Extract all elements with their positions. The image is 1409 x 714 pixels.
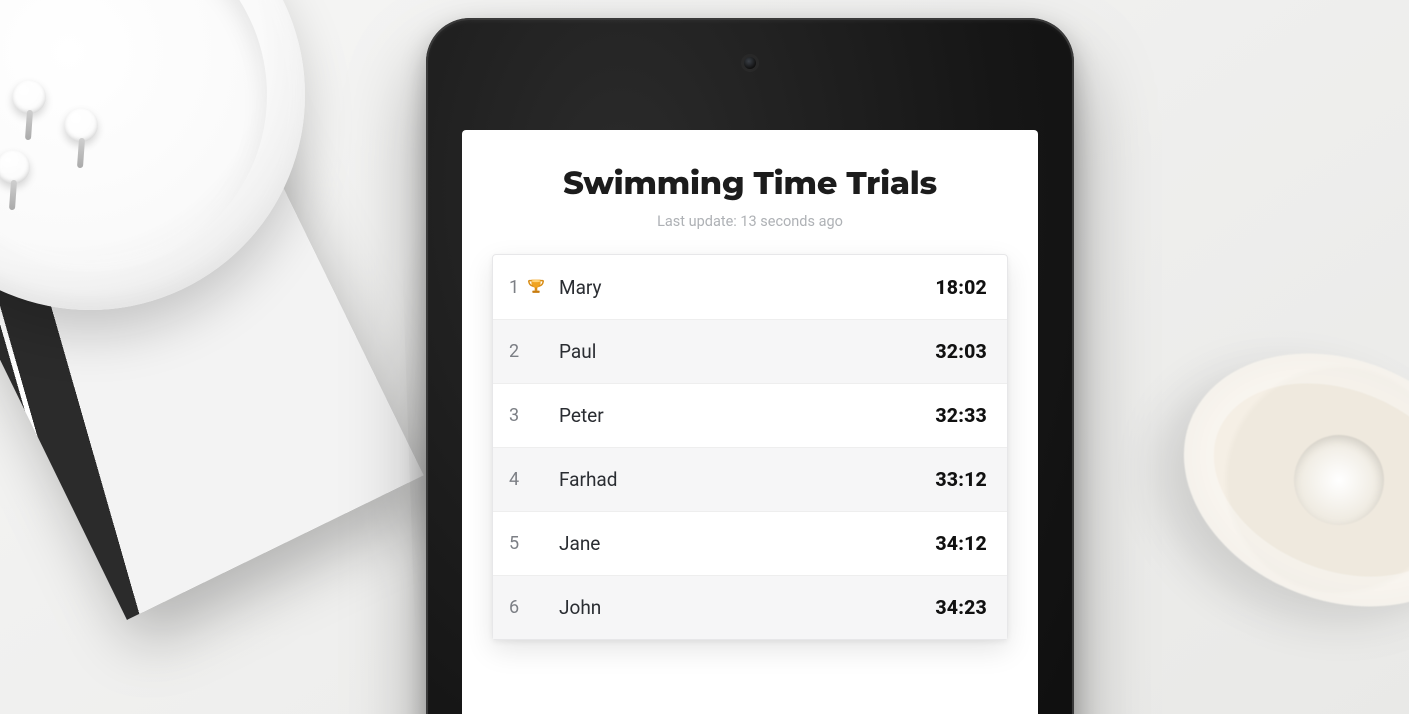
participant-name: Jane: [545, 532, 935, 555]
leaderboard-app: Swimming Time Trials Last update: 13 sec…: [462, 130, 1038, 680]
participant-time: 34:12: [935, 532, 987, 555]
rank-number: 6: [509, 597, 521, 618]
participant-name: Farhad: [545, 468, 935, 491]
trophy-icon: [525, 276, 547, 298]
table-row: 6 John34:23: [493, 575, 1007, 639]
participant-name: Paul: [545, 340, 935, 363]
participant-time: 34:23: [935, 596, 987, 619]
participant-time: 18:02: [935, 276, 987, 299]
participant-name: John: [545, 596, 935, 619]
pushpin-prop: [12, 80, 46, 114]
page-title: Swimming Time Trials: [492, 164, 1008, 203]
rank-cell: 4: [509, 469, 545, 490]
last-update-text: Last update: 13 seconds ago: [492, 213, 1008, 230]
rank-number: 5: [509, 533, 521, 554]
table-row: 2 Paul32:03: [493, 319, 1007, 383]
tablet-screen: Swimming Time Trials Last update: 13 sec…: [462, 130, 1038, 714]
participant-name: Mary: [545, 276, 935, 299]
participant-time: 32:33: [935, 404, 987, 427]
table-row: 4 Farhad33:12: [493, 447, 1007, 511]
participant-time: 33:12: [935, 468, 987, 491]
rank-number: 2: [509, 341, 521, 362]
rank-cell: 5: [509, 533, 545, 554]
table-row: 3 Peter32:33: [493, 383, 1007, 447]
rank-cell: 1: [509, 276, 545, 298]
table-row: 1 Mary18:02: [493, 255, 1007, 319]
rank-number: 3: [509, 405, 521, 426]
rank-cell: 6: [509, 597, 545, 618]
participant-time: 32:03: [935, 340, 987, 363]
pushpin-prop: [64, 108, 98, 142]
rank-number: 4: [509, 469, 521, 490]
table-row: 5 Jane34:12: [493, 511, 1007, 575]
tablet-device: Swimming Time Trials Last update: 13 sec…: [426, 18, 1074, 714]
rank-cell: 2: [509, 341, 545, 362]
leaderboard-card: 1 Mary18:022Paul32:033Peter32:334Farhad3…: [492, 254, 1008, 640]
rank-number: 1: [509, 277, 521, 298]
rank-cell: 3: [509, 405, 545, 426]
tablet-camera: [744, 57, 756, 69]
participant-name: Peter: [545, 404, 935, 427]
